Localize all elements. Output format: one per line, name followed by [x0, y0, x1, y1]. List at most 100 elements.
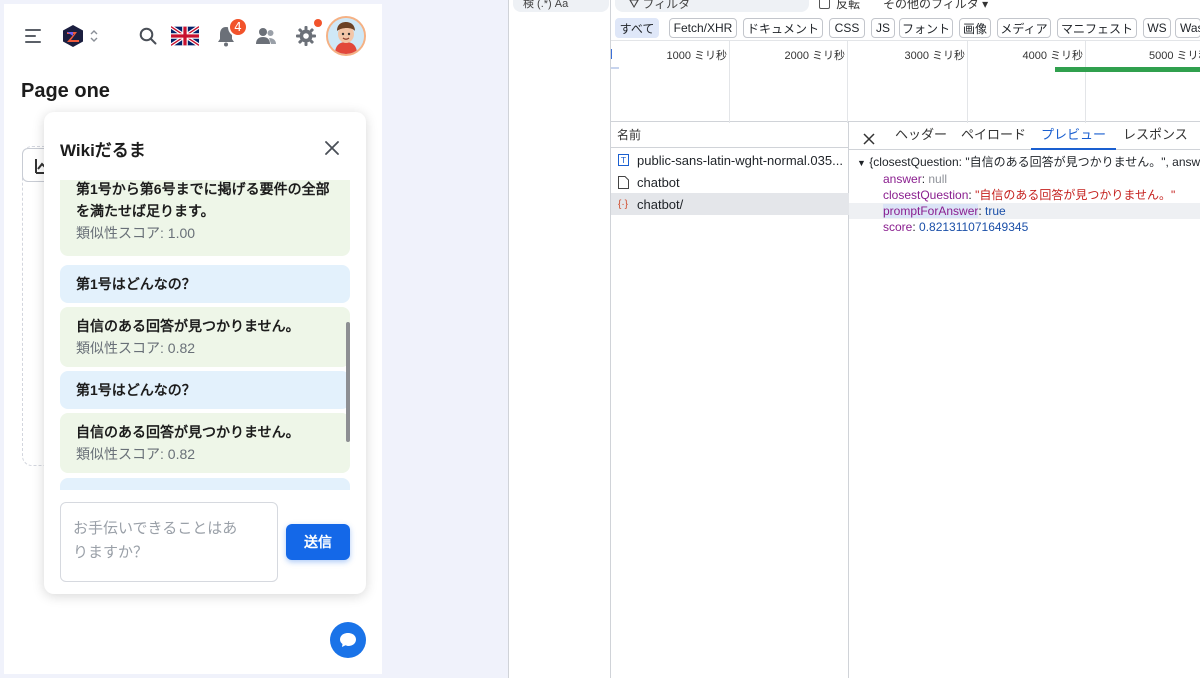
message-scrollbar[interactable]: [346, 322, 350, 442]
search-icon[interactable]: [134, 22, 162, 50]
timeline-gridline: [1085, 41, 1086, 123]
filter-chip-js[interactable]: JS: [871, 18, 895, 38]
contacts-icon[interactable]: [252, 22, 280, 50]
request-name: public-sans-latin-wght-normal.035...: [637, 152, 843, 168]
field-key: answer: [883, 172, 922, 186]
filter-chip-fetch-xhr[interactable]: Fetch/XHR: [669, 18, 737, 38]
filter-icon: ⛛: [629, 0, 643, 11]
timeline-request-bar: [1055, 67, 1200, 72]
filter-chip-image[interactable]: 画像: [959, 18, 991, 38]
request-name-list: 名前 T public-sans-latin-wght-normal.035..…: [611, 122, 849, 678]
field-key: closestQuestion: [883, 188, 969, 202]
message-text-line: 第1号から第6号までに掲げる要件の全部: [76, 181, 330, 197]
message-text-line: を満たせば足ります。: [76, 203, 215, 219]
filter-chip-all[interactable]: すべて: [615, 18, 659, 38]
tab-headers[interactable]: ヘッダー: [895, 122, 947, 150]
field-value: "自信のある回答が見つかりません。": [975, 188, 1176, 202]
close-detail-icon[interactable]: [863, 128, 877, 145]
network-timeline[interactable]: 1000 ミリ秒 2000 ミリ秒 3000 ミリ秒 4000 ミリ秒 5000…: [611, 40, 1200, 123]
xhr-braces-icon: {·}: [617, 198, 628, 210]
request-detail-pane: ヘッダー ペイロード プレビュー レスポンス ▼ {closestQuestio…: [849, 122, 1200, 678]
timeline-tick: 1000 ミリ秒: [666, 50, 727, 62]
message-text-line: 自信のある回答が見つかりません。: [76, 424, 300, 440]
message-text-line: 第1号はどんなの？: [76, 276, 196, 292]
workspace-switcher[interactable]: [58, 22, 102, 50]
timeline-request-marker: [611, 49, 612, 59]
input-placeholder-line: りますか？: [73, 544, 149, 561]
filter-chip-ws[interactable]: WS: [1143, 18, 1171, 38]
menu-icon[interactable]: [20, 22, 48, 50]
timeline-tick: 2000 ミリ秒: [784, 50, 845, 62]
timeline-tick: 3000 ミリ秒: [904, 50, 965, 62]
message-text-line: 自信のある回答が見つかりません。: [76, 318, 300, 334]
more-filters-dropdown[interactable]: その他のフィルタ ▾: [883, 0, 988, 10]
filter-chip-document[interactable]: ドキュメント: [743, 18, 823, 38]
filter-chip-media[interactable]: メディア: [997, 18, 1051, 38]
user-avatar[interactable]: [326, 16, 366, 56]
chat-launcher-button[interactable]: [330, 622, 366, 658]
timeline-tick: 5000 ミリ秒: [1149, 50, 1200, 62]
message-input[interactable]: お手伝いできることはあ りますか？: [60, 502, 278, 582]
devtools-network-panel: 検 (.*) Aa ⛛ フィルタ 反転 その他のフィルタ ▾ すべて Fetch…: [508, 0, 1200, 678]
bot-message: 第1号から第6号までに掲げる要件の全部 を満たせば足ります。 類似性スコア: 1…: [60, 180, 350, 256]
request-row[interactable]: T public-sans-latin-wght-normal.035...: [611, 149, 849, 171]
user-message: 第1号はどんなの？: [60, 265, 350, 303]
settings-alert-dot: [314, 19, 322, 27]
invert-checkbox[interactable]: 反転: [819, 0, 860, 10]
tab-preview[interactable]: プレビュー: [1031, 122, 1117, 150]
request-name: chatbot/: [637, 196, 684, 212]
field-value: 0.821311071649345: [919, 220, 1029, 234]
send-button[interactable]: 送信: [286, 524, 350, 560]
request-row[interactable]: chatbot: [611, 171, 849, 193]
filter-input[interactable]: ⛛ フィルタ: [615, 0, 809, 12]
timeline-gridline: [729, 41, 730, 123]
chat-title: Wikiだるま: [60, 141, 146, 160]
filter-chip-font[interactable]: フォント: [899, 18, 953, 38]
filter-chip-manifest[interactable]: マニフェスト: [1057, 18, 1137, 38]
field-value: true: [985, 204, 1006, 218]
devtools-left-pane: [509, 0, 611, 678]
preview-field-score: score: 0.821311071649345: [849, 219, 1200, 235]
timeline-gridline: [847, 41, 848, 123]
message-list[interactable]: 第1号から第6号までに掲げる要件の全部 を満たせば足ります。 類似性スコア: 1…: [60, 180, 350, 490]
expand-triangle-icon: ▼: [857, 158, 866, 168]
filter-chip-css[interactable]: CSS: [829, 18, 865, 38]
similarity-score: 類似性スコア: 0.82: [76, 340, 196, 356]
document-icon: [617, 175, 629, 189]
name-column-header[interactable]: 名前: [611, 122, 849, 148]
field-colon: :: [912, 220, 920, 234]
detail-tabs: ヘッダー ペイロード プレビュー レスポンス: [849, 122, 1200, 150]
timeline-tick: 4000 ミリ秒: [1022, 50, 1083, 62]
notification-badge: 4: [228, 17, 248, 37]
tab-response[interactable]: レスポンス: [1123, 122, 1188, 150]
chevron-up-down-icon: [90, 30, 98, 42]
tab-payload[interactable]: ペイロード: [961, 122, 1026, 150]
similarity-score: 類似性スコア: 1.00: [76, 225, 196, 241]
preview-field-prompt-for-answer: promptForAnswer: true: [849, 203, 1200, 219]
request-name: chatbot: [637, 174, 680, 190]
request-row-selected[interactable]: {·} chatbot/: [611, 193, 849, 215]
search-options[interactable]: 検 (.*) Aa: [513, 0, 609, 12]
page-title: Page one: [21, 80, 110, 102]
preview-summary-line[interactable]: ▼ {closestQuestion: "自信のある回答が見つかりません。", …: [849, 154, 1200, 170]
timeline-request-marker: [611, 67, 619, 69]
similarity-score: 類似性スコア: 0.82: [76, 446, 196, 462]
filter-placeholder: フィルタ: [642, 0, 691, 11]
bot-message: 自信のある回答が見つかりません。 類似性スコア: 0.82: [60, 307, 350, 367]
chat-panel: Wikiだるま 第1号から第6号までに掲げる要件の全部 を満たせば足ります。 類…: [44, 112, 366, 594]
preview-field-answer: answer: null: [849, 171, 1200, 187]
field-key: score: [883, 220, 913, 234]
preview-summary: {closestQuestion: "自信のある回答が見つかりません。", an…: [869, 155, 1200, 169]
svg-text:T: T: [620, 156, 626, 165]
user-message: [60, 478, 350, 490]
uk-flag-icon[interactable]: [170, 22, 200, 50]
message-text-line: 第1号はどんなの？: [76, 382, 196, 398]
close-icon[interactable]: [320, 136, 344, 160]
filter-chip-wasm[interactable]: Wasm: [1175, 18, 1200, 38]
invert-label: 反転: [836, 0, 861, 11]
input-placeholder-line: お手伝いできることはあ: [73, 520, 238, 537]
bot-message: 自信のある回答が見つかりません。 類似性スコア: 0.82: [60, 413, 350, 473]
user-message: 第1号はどんなの？: [60, 371, 350, 409]
timeline-gridline: [967, 41, 968, 123]
field-value: null: [928, 172, 948, 186]
